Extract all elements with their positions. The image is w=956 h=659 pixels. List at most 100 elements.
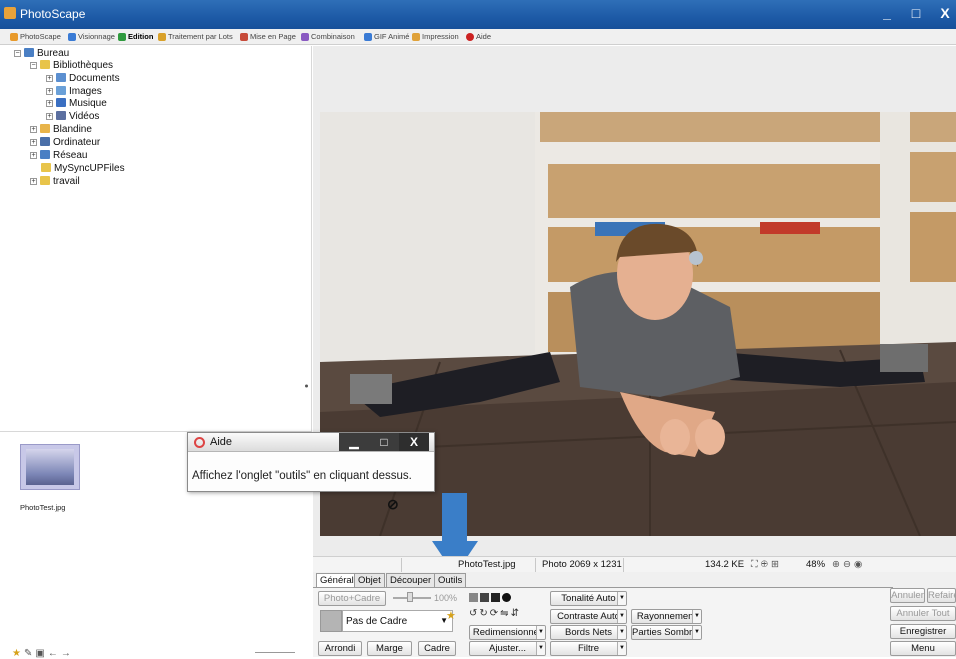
expand-icon[interactable]: + — [46, 75, 53, 82]
rotate-right-icon[interactable]: ↻ — [479, 608, 489, 619]
marge-button[interactable]: Marge — [367, 641, 412, 656]
expand-icon[interactable]: + — [30, 152, 37, 159]
rayonnement-button[interactable]: Rayonnement ▼ — [631, 609, 702, 624]
chevron-down-icon[interactable]: ▼ — [617, 642, 626, 655]
status-bar: PhotoTest.jpg Photo 2069 x 1231 134.2 KE… — [313, 556, 956, 572]
tree-item-videos[interactable]: + Vidéos — [46, 111, 99, 123]
tree-item-travail[interactable]: + travail — [30, 176, 80, 188]
folder-icon[interactable]: ▣ — [35, 648, 47, 659]
tree-item-musique[interactable]: + Musique — [46, 98, 107, 110]
help-minimize-button[interactable]: ▁ — [339, 433, 369, 451]
thumbnail-image — [26, 449, 74, 485]
expand-icon[interactable]: + — [46, 88, 53, 95]
redimensionner-button[interactable]: Redimensionner ▼ — [469, 625, 546, 640]
minimize-button[interactable]: _ — [874, 3, 900, 23]
chevron-down-icon[interactable]: ▼ — [617, 610, 626, 623]
transform-icons[interactable]: ↺↻⟳⇋⇵ — [469, 608, 521, 619]
frame-dropdown[interactable]: Pas de Cadre ▼ — [342, 610, 453, 632]
slider-thumb[interactable] — [407, 592, 413, 602]
tab-outils[interactable]: Outils — [434, 573, 467, 587]
help-maximize-button[interactable]: □ — [369, 433, 399, 451]
zoom-fit-icon[interactable]: ⊕ — [761, 559, 771, 570]
contraste-auto-button[interactable]: Contraste Auto ▼ — [550, 609, 627, 624]
tree-item-bibliotheques[interactable]: − Bibliothèques — [30, 60, 113, 72]
tree-item-documents[interactable]: + Documents — [46, 73, 120, 85]
brightness-presets[interactable] — [469, 593, 513, 605]
tab-visionnage[interactable]: Visionnage — [68, 31, 115, 43]
enregistrer-button[interactable]: Enregistrer — [890, 624, 956, 639]
zoom-tools[interactable]: ⛶⊕⊞ — [751, 559, 782, 570]
back-icon[interactable]: ← — [48, 648, 61, 659]
favorite-star-icon[interactable]: ★ — [446, 609, 456, 622]
chevron-down-icon[interactable]: ▼ — [617, 592, 626, 605]
zoom-window-icon[interactable]: ⊞ — [771, 559, 782, 570]
tonalite-auto-button[interactable]: Tonalité Auto ▼ — [550, 591, 627, 606]
filtre-button[interactable]: Filtre ▼ — [550, 641, 627, 656]
close-button[interactable]: X — [932, 3, 956, 23]
tree-item-blandine[interactable]: + Blandine — [30, 124, 92, 136]
preset-bw-icon[interactable] — [502, 593, 511, 602]
zoom-out-icon[interactable]: ⊖ — [843, 559, 854, 570]
tab-objet[interactable]: Objet — [354, 573, 385, 587]
chevron-down-icon[interactable]: ▼ — [692, 626, 701, 639]
actual-size-icon[interactable]: ⛶ — [751, 559, 761, 570]
chevron-down-icon[interactable]: ▼ — [536, 626, 545, 639]
tab-edition[interactable]: Edition — [118, 31, 153, 43]
maximize-button[interactable]: □ — [903, 3, 929, 23]
chevron-down-icon[interactable]: ▼ — [536, 642, 545, 655]
tree-item-bureau[interactable]: − Bureau — [14, 48, 69, 60]
preset-contrast-icon[interactable] — [491, 593, 500, 602]
edit-icon[interactable]: ✎ — [24, 648, 35, 659]
expand-icon[interactable]: + — [46, 113, 53, 120]
tab-decouper[interactable]: Découper — [386, 573, 436, 587]
flip-icon[interactable]: ⇋ — [500, 608, 510, 619]
expand-icon[interactable]: + — [30, 126, 37, 133]
expand-icon[interactable]: + — [46, 100, 53, 107]
tab-traitement-par-lots[interactable]: Traitement par Lots — [158, 31, 233, 43]
rotate-left-icon[interactable]: ↺ — [469, 608, 479, 619]
tab-photoscape[interactable]: PhotoScape — [10, 31, 61, 43]
tree-item-reseau[interactable]: + Réseau — [30, 150, 87, 162]
tree-item-mysyncupfiles[interactable]: MySyncUPFiles — [41, 163, 125, 175]
refaire-button[interactable]: Refaire — [927, 588, 956, 603]
collapse-icon[interactable]: − — [30, 62, 37, 69]
photo-thumbnail[interactable] — [20, 444, 80, 490]
tree-item-images[interactable]: + Images — [46, 86, 102, 98]
annuler-button[interactable]: Annuler — [890, 588, 925, 603]
rotate-icon[interactable]: ◉ — [854, 559, 865, 570]
collapse-icon[interactable]: − — [14, 50, 21, 57]
thumbnail-size-slider[interactable] — [255, 652, 295, 655]
menu-button[interactable]: Menu — [890, 641, 956, 656]
expand-icon[interactable]: + — [30, 139, 37, 146]
chevron-down-icon[interactable]: ▼ — [617, 626, 626, 639]
rotate-free-icon[interactable]: ⟳ — [490, 608, 500, 619]
zoom-in-icon[interactable]: ⊕ — [832, 559, 843, 570]
tab-mise-en-page[interactable]: Mise en Page — [240, 31, 296, 43]
tab-aide[interactable]: Aide — [466, 31, 491, 43]
tab-general[interactable]: Général — [316, 573, 358, 588]
flip-vertical-icon[interactable]: ⇵ — [511, 608, 521, 619]
zoom-buttons[interactable]: ⊕⊖◉ — [832, 559, 865, 570]
tab-impression[interactable]: Impression — [412, 31, 459, 43]
ajuster-button[interactable]: Ajuster... ▼ — [469, 641, 546, 656]
annuler-tout-button[interactable]: Annuler Tout — [890, 606, 956, 621]
expand-icon[interactable]: + — [30, 178, 37, 185]
pane-splitter-handle[interactable] — [305, 366, 308, 406]
tab-combinaison[interactable]: Combinaison — [301, 31, 355, 43]
preset-dark-icon[interactable] — [469, 593, 478, 602]
forward-icon[interactable]: → — [61, 648, 74, 659]
chevron-down-icon[interactable]: ▼ — [692, 610, 701, 623]
cadre-button[interactable]: Cadre — [418, 641, 456, 656]
frame-color-swatch[interactable] — [320, 610, 342, 632]
tree-item-ordinateur[interactable]: + Ordinateur — [30, 137, 100, 149]
main-tab-bar: PhotoScape Visionnage Edition Traitement… — [0, 29, 956, 45]
arrondi-button[interactable]: Arrondi — [318, 641, 362, 656]
bords-nets-button[interactable]: Bords Nets ▼ — [550, 625, 627, 640]
tab-gif-anime[interactable]: GIF Animé — [364, 31, 409, 43]
thumbnail-toolbar[interactable]: ★✎▣←→ — [12, 648, 74, 659]
photo-cadre-button[interactable]: Photo+Cadre — [318, 591, 386, 606]
preset-darker-icon[interactable] — [480, 593, 489, 602]
help-close-button[interactable]: X — [399, 433, 429, 451]
star-icon[interactable]: ★ — [12, 648, 24, 659]
parties-sombres-button[interactable]: Parties Sombres ▼ — [631, 625, 702, 640]
